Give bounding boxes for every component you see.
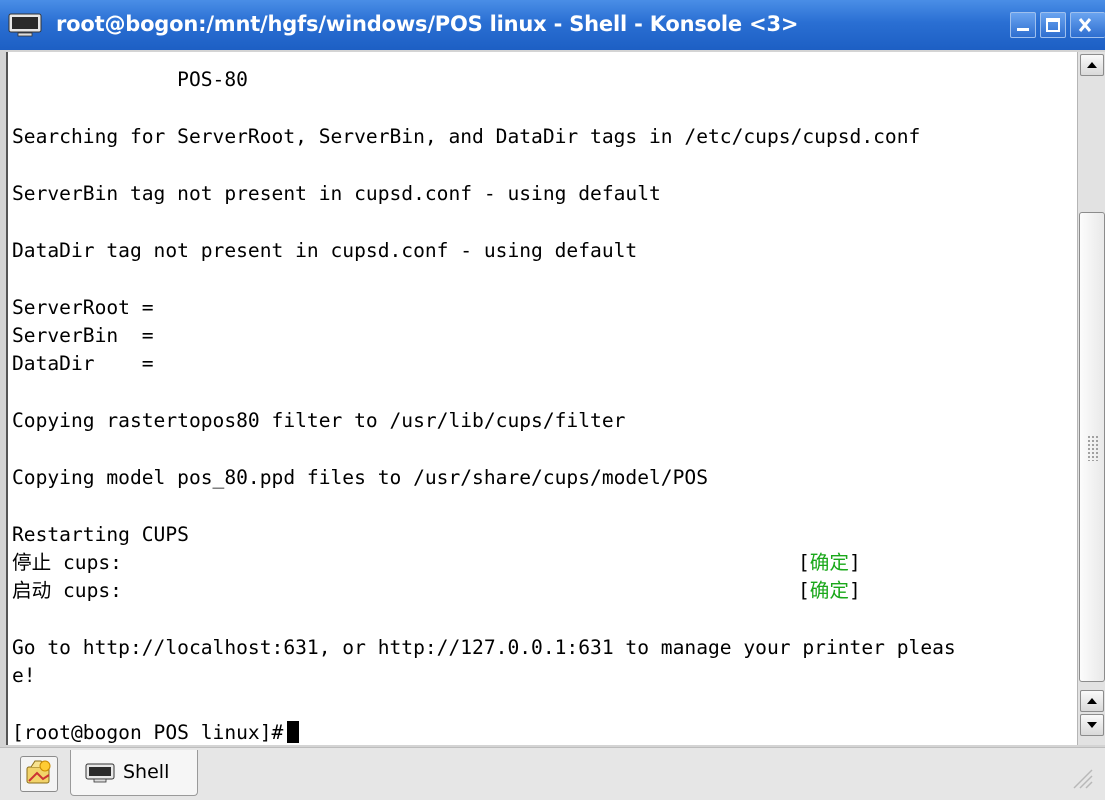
resize-grip-icon-svg (1073, 769, 1093, 789)
close-button[interactable] (1070, 12, 1105, 38)
terminal-line: Go to http://localhost:631, or http://12… (12, 636, 956, 659)
maximize-button[interactable] (1040, 12, 1066, 38)
terminal-frame: POS-80 Searching for ServerRoot, ServerB… (0, 50, 1105, 747)
terminal-line: ServerBin = (12, 324, 154, 347)
status-bracket-close: ] (848, 579, 861, 602)
grip-icon (1087, 435, 1099, 461)
terminal-output[interactable]: POS-80 Searching for ServerRoot, ServerB… (6, 52, 1077, 745)
konsole-window: root@bogon:/mnt/hgfs/windows/POS linux -… (0, 0, 1105, 800)
status-ok: [确定] (798, 549, 861, 577)
terminal-line: Searching for ServerRoot, ServerBin, and… (12, 125, 921, 148)
minimize-icon (1017, 28, 1029, 31)
terminal-icon (85, 763, 115, 783)
status-ok-text: 确定 (809, 579, 849, 602)
new-session-icon (26, 760, 51, 784)
close-icon (1078, 18, 1092, 32)
terminal-line: 停止 cups: (12, 551, 122, 574)
arrow-up-icon (1087, 698, 1097, 704)
terminal-line: e! (12, 664, 36, 687)
title-bar[interactable]: root@bogon:/mnt/hgfs/windows/POS linux -… (0, 0, 1105, 50)
status-bracket-open: [ (798, 551, 810, 574)
scroll-up-button-lower[interactable] (1080, 690, 1104, 712)
text-cursor (287, 721, 300, 743)
status-bracket-open: [ (798, 579, 810, 602)
terminal-line: 启动 cups: (12, 579, 122, 602)
tab-shell[interactable]: Shell (70, 750, 198, 796)
terminal-line: Restarting CUPS (12, 523, 189, 546)
terminal-line: Copying rastertopos80 filter to /usr/lib… (12, 409, 626, 432)
terminal-icon[interactable] (8, 13, 42, 37)
prompt-line: [root@bogon POS linux]# (12, 719, 300, 745)
window-title: root@bogon:/mnt/hgfs/windows/POS linux -… (56, 12, 799, 36)
tab-bar: Shell (0, 747, 1105, 800)
terminal-line: POS-80 (12, 68, 248, 91)
terminal-line: DataDir tag not present in cupsd.conf - … (12, 239, 638, 262)
status-ok: [确定] (798, 577, 861, 605)
terminal-line: ServerBin tag not present in cupsd.conf … (12, 182, 661, 205)
terminal-line: ServerRoot = (12, 296, 154, 319)
status-ok-text: 确定 (809, 551, 849, 574)
scroll-down-button[interactable] (1080, 714, 1104, 736)
arrow-down-icon (1087, 722, 1097, 728)
scroll-up-button[interactable] (1080, 54, 1104, 76)
minimize-button[interactable] (1010, 12, 1036, 38)
vertical-scrollbar[interactable] (1077, 52, 1105, 745)
terminal-line: Copying model pos_80.ppd files to /usr/s… (12, 466, 708, 489)
new-session-button[interactable] (20, 756, 58, 792)
terminal-line: DataDir = (12, 352, 154, 375)
tab-label: Shell (123, 761, 170, 783)
resize-grip-icon[interactable] (1068, 764, 1098, 794)
status-bracket-close: ] (848, 551, 861, 574)
shell-prompt: [root@bogon POS linux]# (12, 721, 284, 744)
maximize-icon (1046, 18, 1060, 32)
arrow-up-icon (1087, 62, 1097, 68)
scrollbar-thumb[interactable] (1079, 212, 1105, 682)
